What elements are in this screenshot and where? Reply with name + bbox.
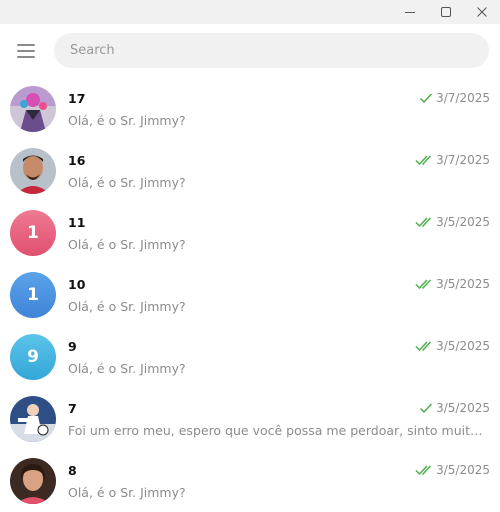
chat-message-preview: Olá, é o Sr. Jimmy? — [68, 299, 186, 314]
chat-row[interactable]: 1 11 3/5/2025 Olá, é o Sr. Jimmy? — [0, 202, 500, 264]
avatar: 1 — [10, 210, 56, 256]
chat-name: 17 — [68, 91, 86, 106]
chat-time: 3/5/2025 — [415, 277, 490, 291]
single-check-icon — [419, 93, 433, 104]
chat-time: 3/7/2025 — [419, 91, 490, 105]
chat-message-preview: Olá, é o Sr. Jimmy? — [68, 361, 186, 376]
chat-time-text: 3/7/2025 — [436, 153, 490, 167]
hamburger-menu-icon[interactable] — [12, 38, 40, 64]
avatar-initial: 9 — [27, 347, 39, 367]
chat-time-text: 3/5/2025 — [436, 401, 490, 415]
avatar — [10, 148, 56, 194]
avatar: 1 — [10, 272, 56, 318]
avatar-initial: 1 — [27, 285, 39, 305]
chat-time-text: 3/7/2025 — [436, 91, 490, 105]
double-check-icon — [415, 217, 433, 228]
chat-name: 10 — [68, 277, 86, 292]
chat-time: 3/5/2025 — [415, 215, 490, 229]
chat-row[interactable]: 1 10 3/5/2025 Olá, é o Sr. Jimmy? — [0, 264, 500, 326]
chat-message-preview: Olá, é o Sr. Jimmy? — [68, 485, 186, 500]
double-check-icon — [415, 279, 433, 290]
chat-list-header: Search — [0, 24, 500, 78]
avatar — [10, 458, 56, 504]
minimize-icon[interactable] — [392, 0, 428, 24]
chat-message-preview: Foi um erro meu, espero que você possa m… — [68, 423, 490, 438]
chat-row[interactable]: 9 9 3/5/2025 Olá, é o Sr. Jimmy? — [0, 326, 500, 388]
avatar — [10, 396, 56, 442]
window-titlebar — [0, 0, 500, 24]
chat-row[interactable]: 17 3/7/2025 Olá, é o Sr. Jimmy? — [0, 78, 500, 140]
single-check-icon — [419, 403, 433, 414]
chat-row[interactable]: 16 3/7/2025 Olá, é o Sr. Jimmy? — [0, 140, 500, 202]
avatar: 9 — [10, 334, 56, 380]
chat-time: 3/5/2025 — [419, 401, 490, 415]
chat-name: 7 — [68, 401, 77, 416]
chat-time-text: 3/5/2025 — [436, 339, 490, 353]
chat-name: 16 — [68, 153, 86, 168]
chat-time: 3/5/2025 — [415, 339, 490, 353]
double-check-icon — [415, 465, 433, 476]
double-check-icon — [415, 155, 433, 166]
chat-time-text: 3/5/2025 — [436, 277, 490, 291]
search-input[interactable]: Search — [54, 33, 489, 68]
chat-row[interactable]: 8 3/5/2025 Olá, é o Sr. Jimmy? — [0, 450, 500, 512]
double-check-icon — [415, 341, 433, 352]
search-placeholder: Search — [70, 43, 115, 58]
chat-message-preview: Olá, é o Sr. Jimmy? — [68, 237, 186, 252]
chat-time: 3/5/2025 — [415, 463, 490, 477]
chat-list: 17 3/7/2025 Olá, é o Sr. Jimmy? 16 3/7/2 — [0, 78, 500, 512]
chat-time: 3/7/2025 — [415, 153, 490, 167]
chat-name: 8 — [68, 463, 77, 478]
maximize-icon[interactable] — [428, 0, 464, 24]
chat-time-text: 3/5/2025 — [436, 215, 490, 229]
chat-message-preview: Olá, é o Sr. Jimmy? — [68, 175, 186, 190]
close-icon[interactable] — [464, 0, 500, 24]
chat-name: 9 — [68, 339, 77, 354]
avatar — [10, 86, 56, 132]
chat-name: 11 — [68, 215, 86, 230]
avatar-initial: 1 — [27, 223, 39, 243]
chat-row[interactable]: 7 3/5/2025 Foi um erro meu, espero que v… — [0, 388, 500, 450]
chat-message-preview: Olá, é o Sr. Jimmy? — [68, 113, 186, 128]
chat-time-text: 3/5/2025 — [436, 463, 490, 477]
